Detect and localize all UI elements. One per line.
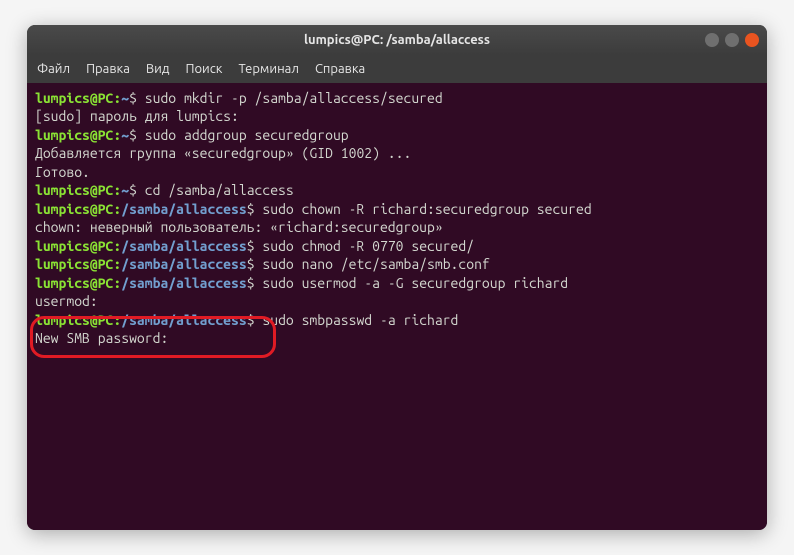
window-controls <box>705 33 759 47</box>
terminal-prompt-line: lumpics@PC:/samba/allaccess$ sudo smbpas… <box>35 311 759 329</box>
terminal-output-line: Добавляется группа «securedgroup» (GID 1… <box>35 144 759 162</box>
minimize-button[interactable] <box>705 33 719 47</box>
prompt-path: /samba/allaccess <box>121 256 246 272</box>
menu-edit[interactable]: Правка <box>86 62 130 76</box>
command-text: sudo nano /etc/samba/smb.conf <box>262 256 489 272</box>
terminal-area[interactable]: lumpics@PC:~$ sudo mkdir -p /samba/allac… <box>27 83 767 530</box>
menu-help[interactable]: Справка <box>315 62 365 76</box>
prompt-dollar: $ <box>247 201 263 217</box>
terminal-prompt-line: lumpics@PC:~$ sudo addgroup securedgroup <box>35 126 759 144</box>
prompt-user: lumpics@PC <box>35 182 113 198</box>
terminal-output-line: chown: неверный пользователь: «richard:s… <box>35 218 759 236</box>
prompt-user: lumpics@PC <box>35 238 113 254</box>
prompt-dollar: $ <box>247 238 263 254</box>
prompt-user: lumpics@PC <box>35 256 113 272</box>
menu-view[interactable]: Вид <box>146 62 170 76</box>
prompt-user: lumpics@PC <box>35 90 113 106</box>
terminal-output-line: New SMB password: <box>35 329 759 347</box>
prompt-user: lumpics@PC <box>35 275 113 291</box>
prompt-dollar: $ <box>247 275 263 291</box>
terminal-prompt-line: lumpics@PC:/samba/allaccess$ sudo nano /… <box>35 255 759 273</box>
command-text: sudo mkdir -p /samba/allaccess/secured <box>145 90 443 106</box>
prompt-path: ~ <box>121 182 129 198</box>
terminal-output-line: usermod: <box>35 292 759 310</box>
terminal-output-line: [sudo] пароль для lumpics: <box>35 107 759 125</box>
prompt-dollar: $ <box>247 256 263 272</box>
prompt-dollar: $ <box>129 127 145 143</box>
terminal-output-line: Готово. <box>35 163 759 181</box>
command-text: sudo smbpasswd -a richard <box>262 312 458 328</box>
prompt-user: lumpics@PC <box>35 201 113 217</box>
terminal-prompt-line: lumpics@PC:~$ sudo mkdir -p /samba/allac… <box>35 89 759 107</box>
prompt-dollar: $ <box>129 90 145 106</box>
menu-file[interactable]: Файл <box>37 62 70 76</box>
prompt-user: lumpics@PC <box>35 312 113 328</box>
maximize-button[interactable] <box>725 33 739 47</box>
prompt-path: /samba/allaccess <box>121 201 246 217</box>
prompt-path: /samba/allaccess <box>121 238 246 254</box>
prompt-user: lumpics@PC <box>35 127 113 143</box>
prompt-path: ~ <box>121 127 129 143</box>
prompt-path: ~ <box>121 90 129 106</box>
terminal-prompt-line: lumpics@PC:/samba/allaccess$ sudo chmod … <box>35 237 759 255</box>
command-text: sudo addgroup securedgroup <box>145 127 349 143</box>
menubar: Файл Правка Вид Поиск Терминал Справка <box>27 55 767 83</box>
prompt-dollar: $ <box>247 312 263 328</box>
close-button[interactable] <box>745 33 759 47</box>
terminal-window: lumpics@PC: /samba/allaccess Файл Правка… <box>27 25 767 530</box>
menu-terminal[interactable]: Терминал <box>238 62 298 76</box>
titlebar[interactable]: lumpics@PC: /samba/allaccess <box>27 25 767 55</box>
command-text: sudo chown -R richard:securedgroup secur… <box>262 201 591 217</box>
prompt-dollar: $ <box>129 182 145 198</box>
command-text: sudo usermod -a -G securedgroup richard <box>262 275 568 291</box>
prompt-path: /samba/allaccess <box>121 312 246 328</box>
menu-search[interactable]: Поиск <box>185 62 222 76</box>
terminal-prompt-line: lumpics@PC:/samba/allaccess$ sudo chown … <box>35 200 759 218</box>
terminal-prompt-line: lumpics@PC:/samba/allaccess$ sudo usermo… <box>35 274 759 292</box>
window-title: lumpics@PC: /samba/allaccess <box>304 33 490 47</box>
command-text: cd /samba/allaccess <box>145 182 294 198</box>
terminal-prompt-line: lumpics@PC:~$ cd /samba/allaccess <box>35 181 759 199</box>
prompt-path: /samba/allaccess <box>121 275 246 291</box>
command-text: sudo chmod -R 0770 secured/ <box>262 238 474 254</box>
